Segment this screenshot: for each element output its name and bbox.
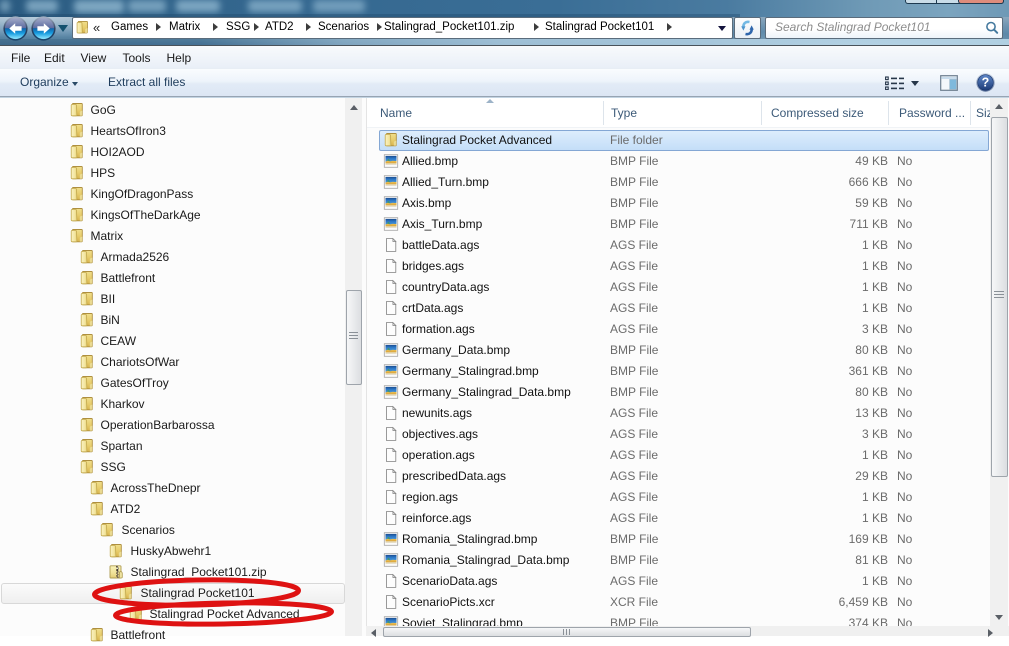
svg-text:?: ? <box>982 76 990 90</box>
